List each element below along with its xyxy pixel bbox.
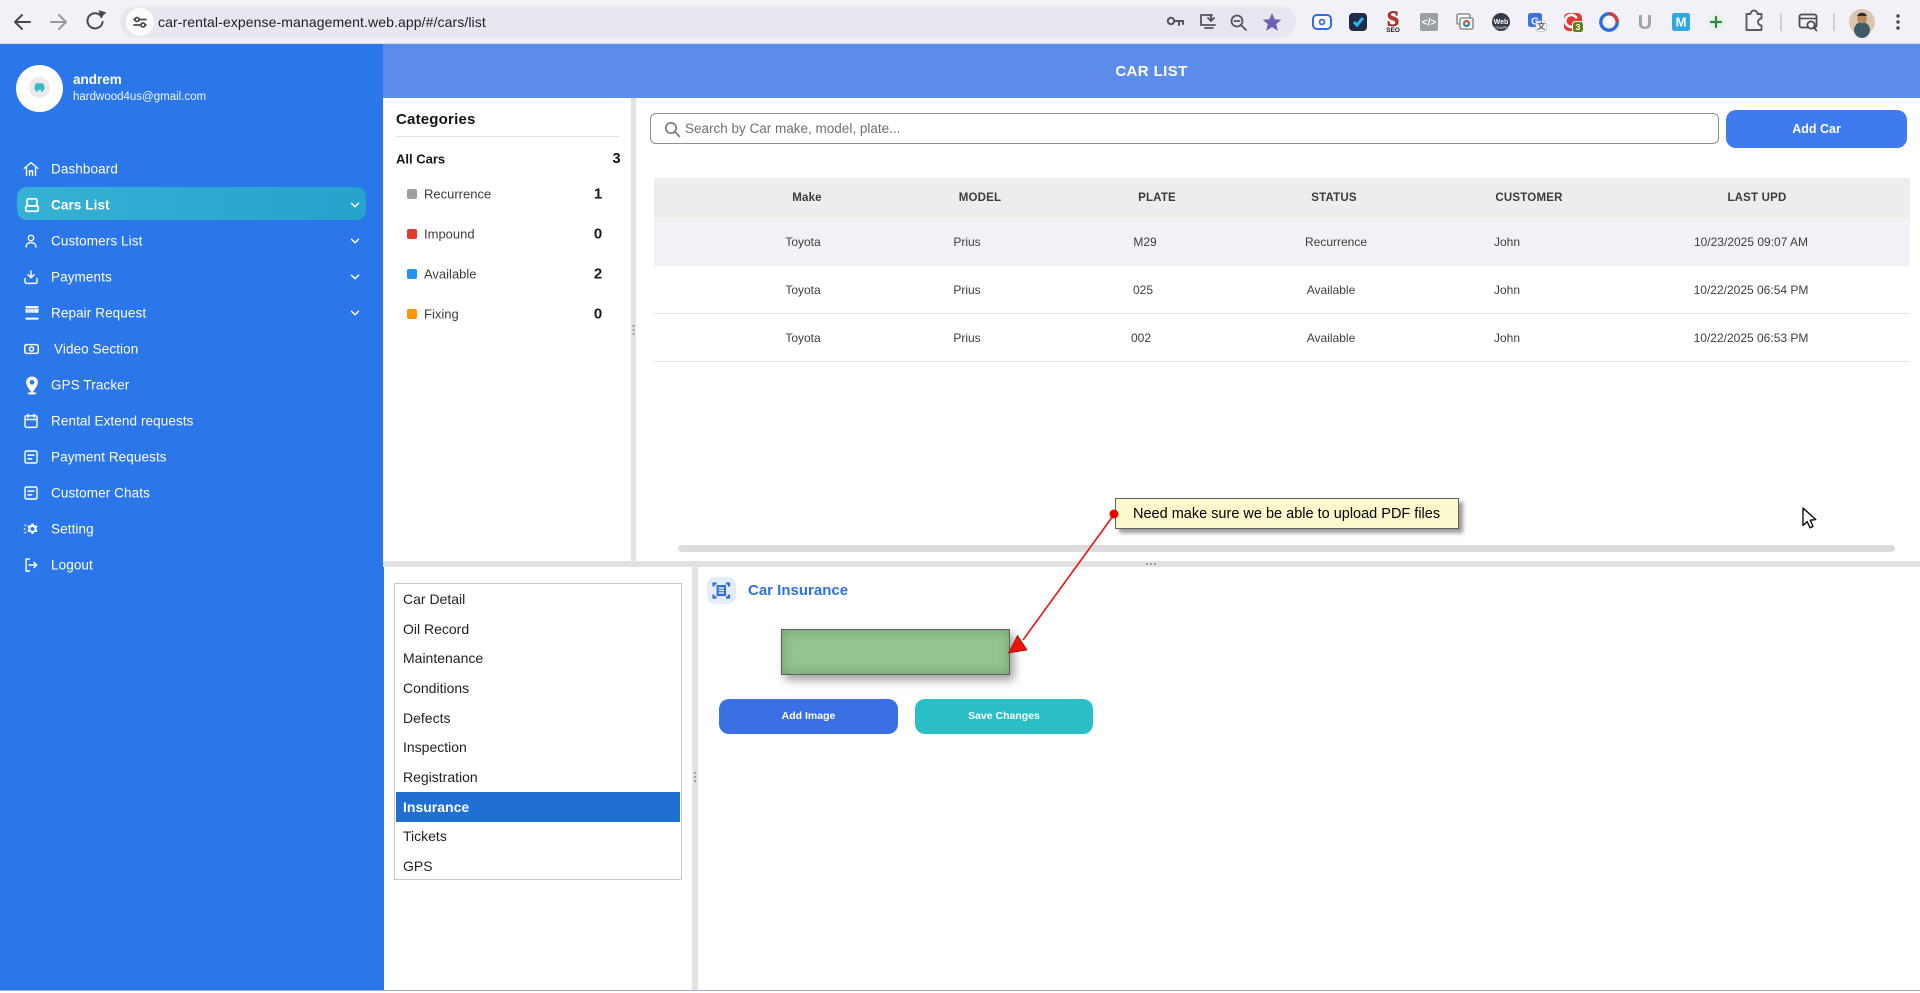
svg-text:SCRAPER: SCRAPER bbox=[1491, 25, 1510, 30]
svg-text:文: 文 bbox=[1537, 21, 1546, 31]
svg-text:</>: </> bbox=[1422, 18, 1437, 29]
svg-text:U: U bbox=[1638, 12, 1652, 34]
svg-text:3: 3 bbox=[1576, 22, 1581, 32]
svg-text:M: M bbox=[1676, 15, 1687, 30]
svg-text:SEO: SEO bbox=[1386, 27, 1400, 34]
